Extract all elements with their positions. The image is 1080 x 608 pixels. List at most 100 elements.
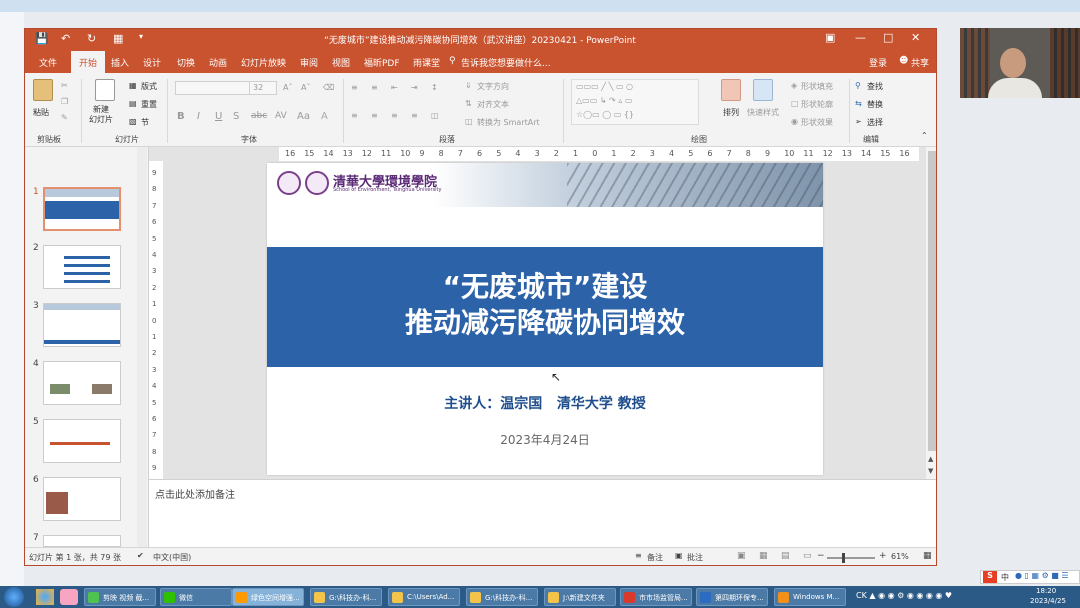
tray-icons[interactable]: CK ▲ ◉ ◉ ⚙ ◉ ◉ ◉ ◉ ♥ xyxy=(856,591,952,600)
normal-view-icon[interactable]: ▣ xyxy=(737,551,746,561)
clock-time[interactable]: 18:20 xyxy=(1036,587,1056,595)
slide-title[interactable]: “无废城市”建设 推动减污降碳协同增效 xyxy=(267,269,823,341)
comments-button[interactable]: 批注 xyxy=(687,552,703,563)
collapse-ribbon-icon[interactable]: ⌃ xyxy=(921,131,928,140)
new-slide-icon[interactable] xyxy=(95,79,115,101)
thumbnail-slide-4[interactable] xyxy=(43,361,121,405)
thumbnail-slide-3[interactable] xyxy=(43,303,121,347)
align-left-icon[interactable]: ≡ xyxy=(351,111,358,120)
tab-animations[interactable]: 动画 xyxy=(209,56,227,69)
tab-insert[interactable]: 插入 xyxy=(111,56,129,69)
underline-icon[interactable]: U xyxy=(215,111,222,122)
font-name-select[interactable] xyxy=(175,81,253,95)
close-icon[interactable]: ✕ xyxy=(911,31,920,44)
share-icon[interactable]: ☻ xyxy=(899,56,908,66)
shape-triangle-icon[interactable]: △▭▭ ↳ ↷ ▵ ▭ xyxy=(576,96,632,105)
shape-outline-icon[interactable]: □ xyxy=(791,99,799,108)
char-spacing-icon[interactable]: AV xyxy=(275,111,287,121)
arrange-button[interactable]: 排列 xyxy=(723,107,739,118)
taskbar-item-wechat[interactable]: 微信 xyxy=(160,588,232,606)
shape-rect-icon[interactable]: ▭▭▭ ╱ ╲ ▭ ○ xyxy=(576,82,633,91)
italic-icon[interactable]: I xyxy=(197,111,200,122)
columns-icon[interactable]: ◫ xyxy=(431,111,439,120)
layout-icon[interactable]: ▦ xyxy=(129,81,137,90)
undo-icon[interactable]: ↶ xyxy=(61,32,70,45)
tab-view[interactable]: 视图 xyxy=(332,56,350,69)
shape-star-icon[interactable]: ☆◯▭ ◯ ▭ {} xyxy=(576,110,634,119)
clock-date[interactable]: 2023/4/25 xyxy=(1030,597,1066,605)
minimize-icon[interactable]: — xyxy=(855,31,866,44)
notes-button[interactable]: 备注 xyxy=(647,552,663,563)
app-pinned-icon[interactable] xyxy=(60,589,78,605)
layout-button[interactable]: 版式 xyxy=(141,81,157,92)
notes-pane[interactable]: 点击此处添加备注 xyxy=(149,479,936,547)
paste-icon[interactable] xyxy=(33,79,53,101)
redo-icon[interactable]: ↻ xyxy=(87,32,96,45)
tab-design[interactable]: 设计 xyxy=(143,56,161,69)
slide-sorter-icon[interactable]: ▦ xyxy=(759,551,768,561)
align-text-button[interactable]: 对齐文本 xyxy=(477,99,509,110)
zoom-in-icon[interactable]: + xyxy=(879,551,887,561)
tab-transitions[interactable]: 切换 xyxy=(177,56,195,69)
ime-toolbar[interactable]: S 中 ● ▯ ▦ ⚙ ■ ☰ xyxy=(980,570,1080,584)
shape-effects-icon[interactable]: ◉ xyxy=(791,117,798,126)
slide-canvas[interactable]: 清華大學環境學院 School of Environment, Tsinghua… xyxy=(267,163,823,475)
shadow-icon[interactable]: S xyxy=(233,111,239,122)
find-button[interactable]: 查找 xyxy=(867,81,883,92)
find-icon[interactable]: ⚲ xyxy=(855,81,861,90)
section-button[interactable]: 节 xyxy=(141,117,149,128)
shape-outline-button[interactable]: 形状轮廓 xyxy=(801,99,833,110)
fit-window-icon[interactable]: ▦ xyxy=(923,551,932,561)
thumbnail-slide-7[interactable] xyxy=(43,535,121,547)
reset-button[interactable]: 重置 xyxy=(141,99,157,110)
tab-review[interactable]: 审阅 xyxy=(300,56,318,69)
thumbnail-slide-1[interactable] xyxy=(43,187,121,231)
tab-rain-classroom[interactable]: 雨课堂 xyxy=(413,56,440,69)
text-direction-button[interactable]: 文字方向 xyxy=(477,81,509,92)
bullets-icon[interactable]: ≡ xyxy=(351,83,358,92)
paste-button[interactable]: 粘贴 xyxy=(33,107,49,118)
shape-effects-button[interactable]: 形状效果 xyxy=(801,117,833,128)
decrease-indent-icon[interactable]: ⇤ xyxy=(391,83,398,92)
start-button-icon[interactable] xyxy=(4,587,24,607)
align-center-icon[interactable]: ≡ xyxy=(371,111,378,120)
presenter-icon[interactable]: ▦ xyxy=(113,32,123,45)
tell-me-icon[interactable]: ⚲ xyxy=(449,56,456,66)
scroll-thumb[interactable] xyxy=(928,151,936,451)
customize-toolbar-icon[interactable]: ▾ xyxy=(139,32,143,41)
ime-mode[interactable]: 中 xyxy=(1001,572,1009,583)
strikethrough-icon[interactable]: abc xyxy=(251,111,267,121)
speaker-line[interactable]: 主讲人：温宗国 清华大学 教授 xyxy=(267,393,823,413)
tab-file[interactable]: 文件 xyxy=(39,56,57,69)
cut-icon[interactable]: ✂ xyxy=(61,81,68,90)
copy-icon[interactable]: ❐ xyxy=(61,97,68,106)
smartart-button[interactable]: 转换为 SmartArt xyxy=(477,117,540,128)
slide-date[interactable]: 2023年4月24日 xyxy=(267,431,823,448)
next-slide-icon[interactable]: ▼ xyxy=(928,467,933,475)
tab-foxit-pdf[interactable]: 福昕PDF xyxy=(364,56,400,69)
taskbar-item-media[interactable]: Windows M... xyxy=(774,588,846,606)
replace-icon[interactable]: ⇆ xyxy=(855,99,862,108)
reading-view-icon[interactable]: ▤ xyxy=(781,551,790,561)
zoom-out-icon[interactable]: − xyxy=(817,551,825,561)
notes-icon[interactable]: ≡ xyxy=(635,551,642,560)
spelling-icon[interactable]: ✔ xyxy=(137,551,144,560)
prev-slide-icon[interactable]: ▲ xyxy=(928,455,933,463)
slideshow-icon[interactable]: ▭ xyxy=(803,551,812,561)
login-link[interactable]: 登录 xyxy=(869,56,887,69)
taskbar-item-folder-2[interactable]: C:\Users\Ad... xyxy=(388,588,460,606)
quick-styles-button[interactable]: 快速样式 xyxy=(747,107,779,118)
ribbon-options-icon[interactable]: ▣ xyxy=(825,31,835,44)
tab-home[interactable]: 开始 xyxy=(71,51,106,73)
zoom-level[interactable]: 61% xyxy=(891,552,909,561)
taskbar-item-folder-4[interactable]: J:\新建文件夹 xyxy=(544,588,616,606)
save-icon[interactable]: 💾 xyxy=(35,32,49,45)
justify-icon[interactable]: ≡ xyxy=(411,111,418,120)
comments-icon[interactable]: ▣ xyxy=(675,551,683,560)
taskbar-item-folder-3[interactable]: G:\科技办-科... xyxy=(466,588,538,606)
select-icon[interactable]: ➢ xyxy=(855,117,862,126)
tab-slideshow[interactable]: 幻灯片放映 xyxy=(241,56,286,69)
smartart-icon[interactable]: ◫ xyxy=(465,117,473,126)
taskbar-item-meeting[interactable]: 绿色空间增强... xyxy=(232,588,304,606)
ime-tools-icons[interactable]: ● ▯ ▦ ⚙ ■ ☰ xyxy=(1015,571,1069,580)
